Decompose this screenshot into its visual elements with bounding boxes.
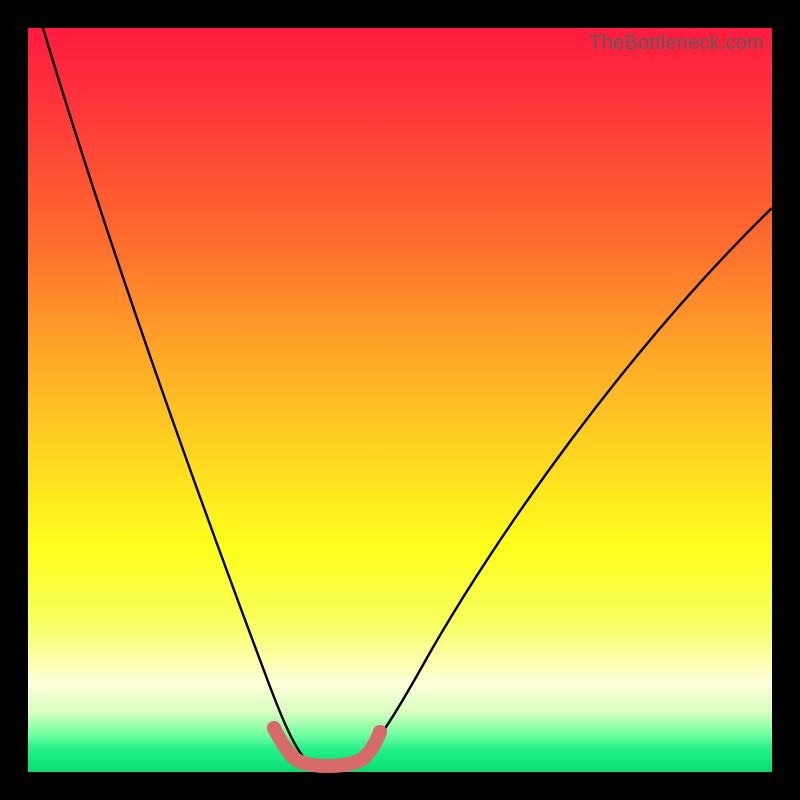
- plot-area: TheBottleneck.com: [28, 28, 772, 772]
- marker-dot-left: [267, 721, 281, 735]
- bottleneck-curve: [43, 28, 772, 765]
- curve-layer: [28, 28, 772, 772]
- chart-frame: TheBottleneck.com: [0, 0, 800, 800]
- marker-dot-right: [373, 725, 387, 739]
